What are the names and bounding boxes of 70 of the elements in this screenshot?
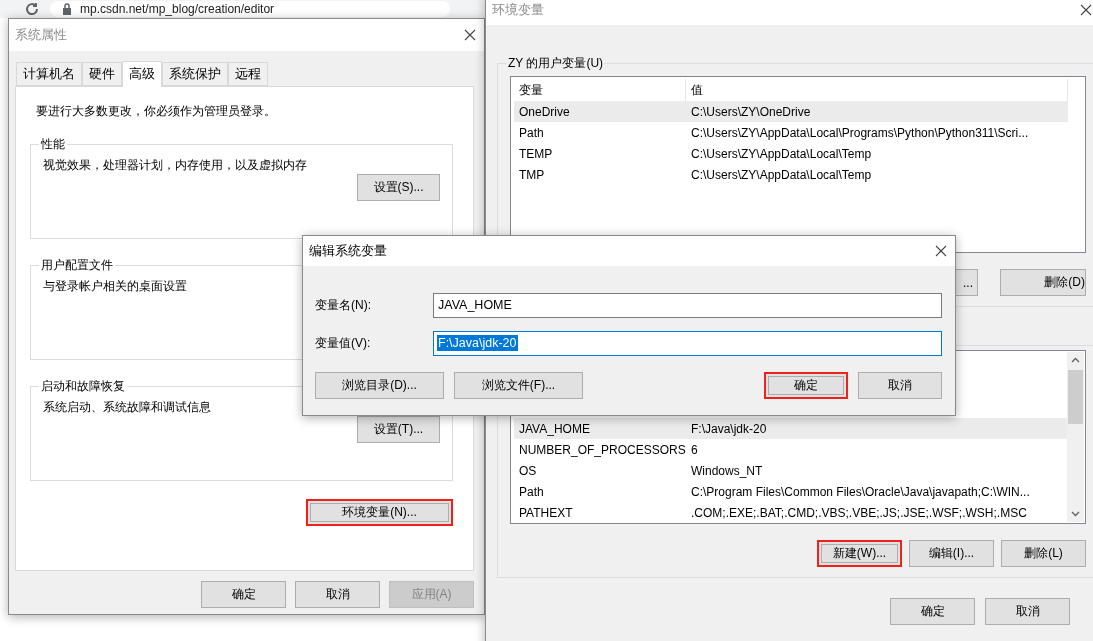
tab[interactable]: 远程: [228, 62, 268, 86]
text-field[interactable]: F:\Java\jdk-20: [433, 330, 942, 356]
group-title: ZY 的用户变量(U): [507, 55, 605, 72]
variable-value: C:\Users\ZY\AppData\Local\Temp: [690, 167, 873, 182]
variable-name: OneDrive: [518, 104, 571, 119]
environment-variables-button[interactable]: 环境变量(N)...: [306, 499, 453, 526]
variable-name: Path: [518, 125, 545, 140]
admin-notice: 要进行大多数更改，你必须作为管理员登录。: [36, 103, 277, 120]
variable-value: 6: [690, 442, 699, 457]
variable-name: NUMBER_OF_PROCESSORS: [518, 442, 686, 457]
tab[interactable]: 系统保护: [162, 62, 228, 86]
dialog-button[interactable]: 取消: [985, 598, 1070, 625]
variable-name: TMP: [518, 167, 546, 182]
variable-value: .COM;.EXE;.BAT;.CMD;.VBS;.VBE;.JS;.JSE;.WSF;.WSH;.MSC: [690, 505, 1028, 520]
variable-row[interactable]: JAVA_HOME F:\Java\jdk-20: [514, 418, 1068, 439]
dialog-button[interactable]: 取消: [295, 581, 380, 608]
tab[interactable]: 高级: [122, 61, 162, 87]
variable-row[interactable]: PATHEXT .COM;.EXE;.BAT;.CMD;.VBS;.VBE;.JS;.JSE;.WSF;.WSH;.MSC: [514, 502, 1068, 523]
group-title: 启动和故障恢复: [40, 378, 126, 395]
variable-value: Windows_NT: [690, 463, 764, 478]
tab[interactable]: 计算机名: [16, 62, 82, 86]
group-title: 性能: [40, 136, 66, 153]
variable-row[interactable]: OneDrive C:\Users\ZY\OneDrive: [514, 101, 1068, 122]
group-description: 与登录帐户相关的桌面设置: [43, 278, 188, 295]
list-button[interactable]: 新建(W)...: [817, 540, 902, 567]
group-description: 视觉效果，处理器计划，内存使用，以及虚拟内存: [43, 157, 308, 174]
variable-row[interactable]: NUMBER_OF_PROCESSORS 6: [514, 439, 1068, 460]
dialog-button[interactable]: 确定: [890, 598, 975, 625]
variable-row[interactable]: Path C:\Program Files\Common Files\Oracle\Java\javapath;C:\WIN...: [514, 481, 1068, 502]
window-title: 系统属性: [15, 26, 67, 44]
lock-icon: [62, 3, 72, 15]
url-text: mp.csdn.net/mp_blog/creation/editor: [80, 2, 275, 16]
variable-row[interactable]: OS Windows_NT: [514, 460, 1068, 481]
group-description: 系统启动、系统故障和调试信息: [43, 399, 212, 416]
variable-value: C:\Program Files\Common Files\Oracle\Java\javapath;C:\WIN...: [690, 484, 1031, 499]
settings-button[interactable]: 设置(T)...: [357, 416, 440, 443]
reload-icon[interactable]: [24, 1, 40, 17]
dialog-button[interactable]: 确定: [201, 581, 286, 608]
list-button[interactable]: 删除(L): [1001, 540, 1086, 567]
settings-button[interactable]: 设置(S)...: [357, 174, 440, 201]
dialog-button[interactable]: 确定: [764, 372, 848, 399]
browse-button[interactable]: 浏览目录(D)...: [315, 372, 444, 399]
dialog-button[interactable]: 取消: [858, 372, 942, 399]
address-bar[interactable]: mp.csdn.net/mp_blog/creation/editor: [50, 1, 450, 17]
text-field[interactable]: JAVA_HOME: [433, 292, 942, 318]
variable-name: TEMP: [518, 146, 554, 161]
variable-row[interactable]: Path C:\Users\ZY\AppData\Local\Programs\Python\Python311\Scri...: [514, 122, 1068, 143]
close-icon[interactable]: [464, 29, 476, 41]
variable-value: C:\Users\ZY\AppData\Local\Programs\Python\Python311\Scri...: [690, 125, 1030, 140]
dialog-title: 编辑系统变量: [309, 242, 387, 260]
close-icon[interactable]: [1080, 4, 1092, 16]
variable-name: PATHEXT: [518, 505, 574, 520]
variable-value: C:\Users\ZY\OneDrive: [690, 104, 812, 119]
list-button[interactable]: 删除(D): [1000, 269, 1086, 296]
variable-name: JAVA_HOME: [518, 421, 591, 436]
field-label: 变量名(N):: [315, 296, 372, 314]
close-icon[interactable]: [935, 245, 947, 257]
browse-button[interactable]: 浏览文件(F)...: [454, 372, 583, 399]
tab[interactable]: 硬件: [82, 62, 122, 86]
field-label: 变量值(V):: [315, 334, 372, 352]
scrollbar[interactable]: [1067, 352, 1084, 522]
variable-value: F:\Java\jdk-20: [690, 421, 768, 436]
list-button[interactable]: 编辑(I)...: [909, 540, 994, 567]
variable-row[interactable]: TEMP C:\Users\ZY\AppData\Local\Temp: [514, 143, 1068, 164]
variable-row[interactable]: TMP C:\Users\ZY\AppData\Local\Temp: [514, 164, 1068, 185]
variable-value: C:\Users\ZY\AppData\Local\Temp: [690, 146, 873, 161]
window-title: 环境变量: [492, 1, 544, 19]
variable-name: Path: [518, 484, 545, 499]
group-title: 用户配置文件: [40, 257, 114, 274]
variable-name: OS: [518, 463, 538, 478]
